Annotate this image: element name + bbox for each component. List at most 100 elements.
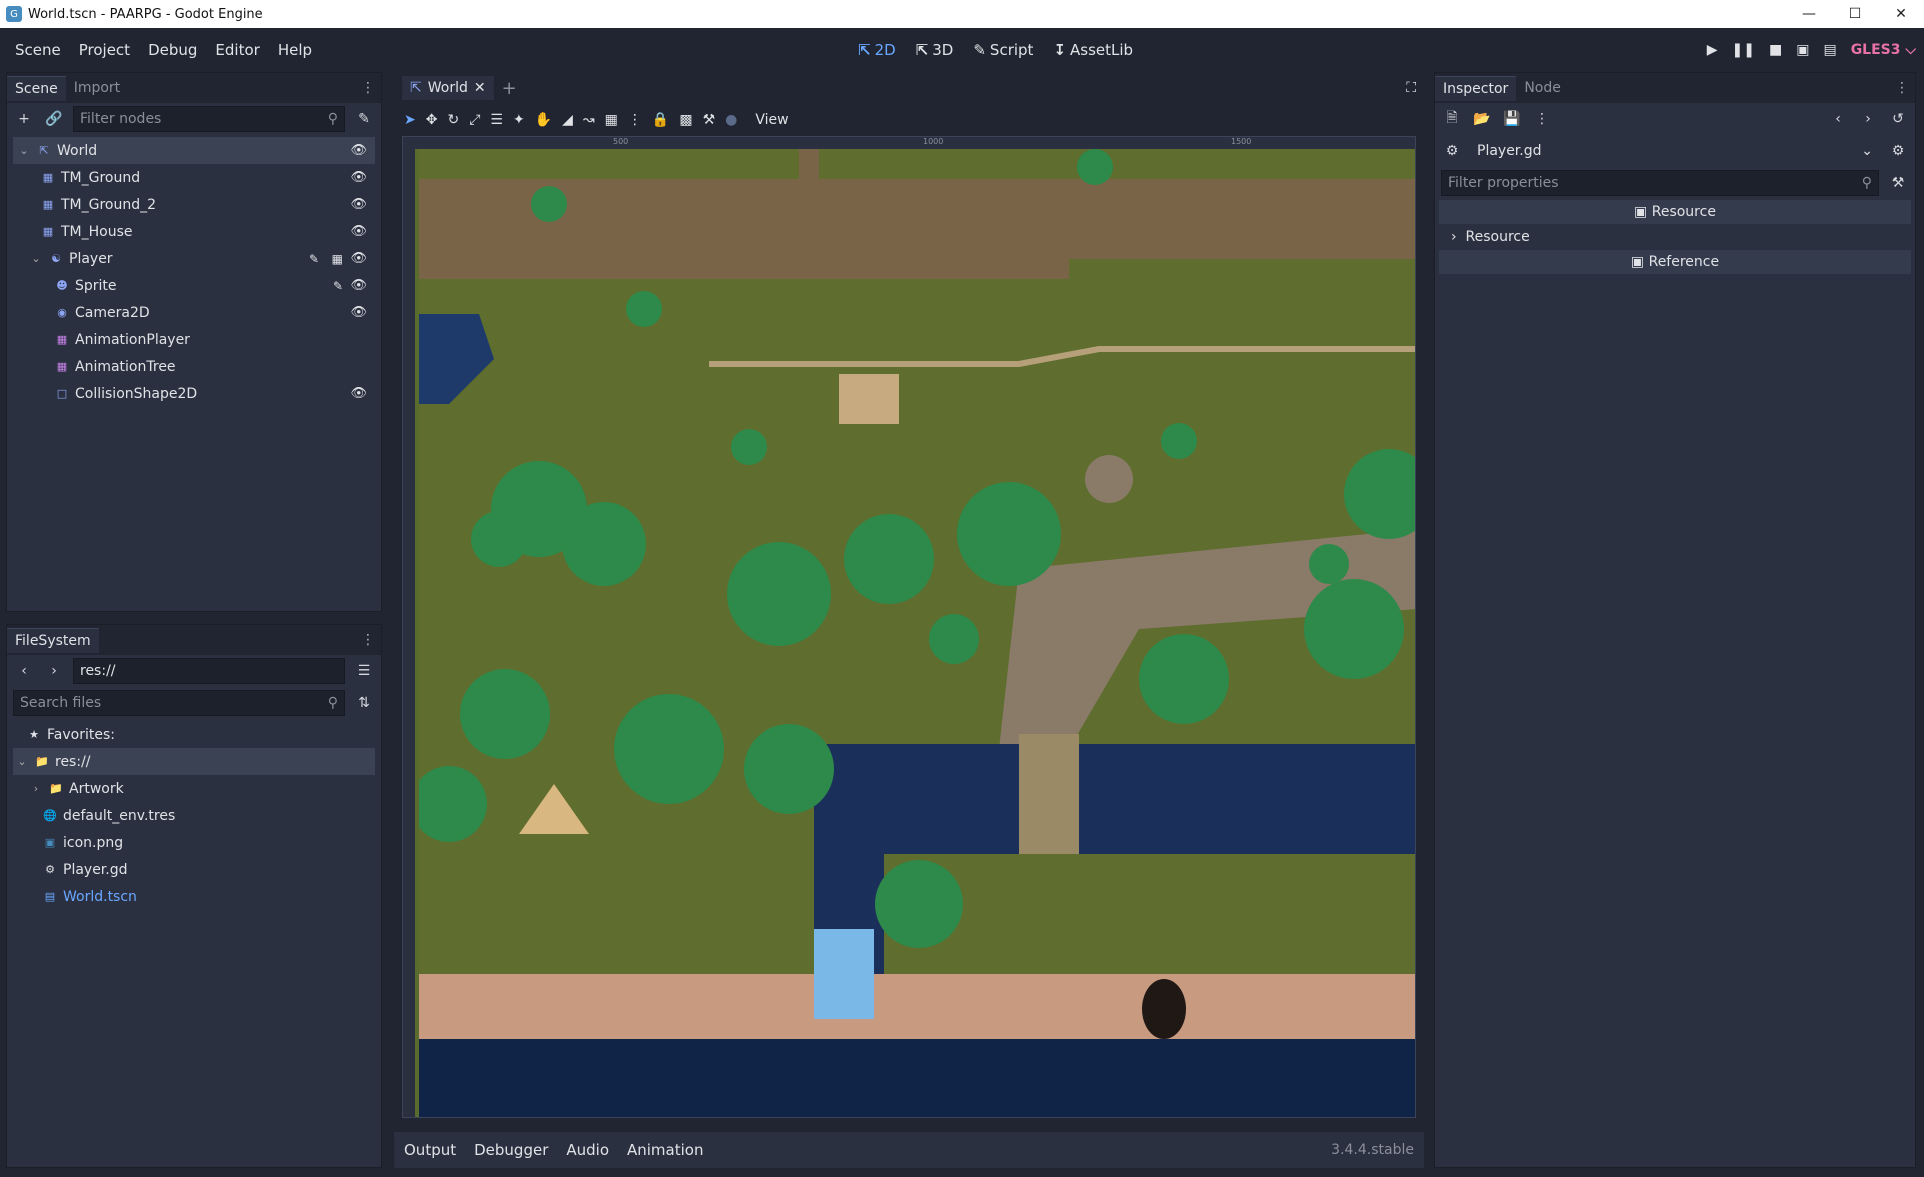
maximize-icon[interactable]: ☐ [1832, 0, 1878, 28]
menu-scene[interactable]: Scene [6, 41, 70, 59]
path-field[interactable]: res:// [73, 658, 345, 684]
filter-properties-input[interactable]: Filter properties ⚲ [1441, 170, 1879, 196]
select-mode-icon[interactable]: ➤ [404, 112, 416, 128]
resource-select[interactable]: Player.gd ⌄ [1471, 138, 1879, 164]
tree-node-world[interactable]: ⌄ ⇱ World 👁 [13, 137, 375, 164]
visibility-eye-icon[interactable]: 👁 [350, 278, 367, 293]
tree-node-collisionshape2d[interactable]: □ CollisionShape2D 👁 [13, 380, 375, 407]
tree-node-tm-house[interactable]: ▦ TM_House 👁 [13, 218, 375, 245]
stop-icon[interactable]: ■ [1769, 42, 1782, 58]
attach-script-icon[interactable]: ✎ [353, 111, 375, 127]
filter-nodes-input[interactable]: Filter nodes ⚲ [73, 106, 345, 132]
split-mode-icon[interactable]: ☰ [353, 663, 375, 679]
tree-node-animationtree[interactable]: ▦ AnimationTree [13, 353, 375, 380]
tab-world-scene[interactable]: ⇱ World ✕ [402, 76, 494, 100]
history-icon[interactable]: ↺ [1887, 111, 1909, 127]
rotate-mode-icon[interactable]: ↻ [447, 112, 459, 128]
history-forward-icon[interactable]: › [1857, 111, 1879, 127]
pan-hand-icon[interactable]: ✋ [535, 112, 552, 128]
kebab-menu-icon[interactable]: ⋮ [1531, 111, 1553, 127]
pause-icon[interactable]: ❚❚ [1732, 42, 1755, 58]
link-icon[interactable]: 🔗 [43, 111, 65, 127]
renderer-select[interactable]: GLES3 ⌵ [1851, 42, 1916, 58]
history-back-icon[interactable]: ‹ [1827, 111, 1849, 127]
scale-mode-icon[interactable]: ⤢ [469, 112, 480, 128]
tab-filesystem[interactable]: FileSystem [7, 627, 99, 653]
chevron-down-icon[interactable]: ⌄ [29, 252, 43, 266]
file-tree-world-tscn[interactable]: ▤ World.tscn [13, 883, 375, 910]
file-tree-player-gd[interactable]: ⚙ Player.gd [13, 856, 375, 883]
tree-node-tm-ground-2[interactable]: ▦ TM_Ground_2 👁 [13, 191, 375, 218]
add-node-icon[interactable]: + [13, 111, 35, 127]
camera-override-icon[interactable]: ● [725, 112, 737, 128]
snap-options-icon[interactable]: ⋮ [628, 112, 642, 128]
workspace-assetlib-button[interactable]: ↧ AssetLib [1045, 37, 1141, 63]
group-icon[interactable]: ▦ [332, 252, 343, 266]
file-tree-icon-png[interactable]: ▣ icon.png [13, 829, 375, 856]
kebab-menu-icon[interactable]: ⋮ [361, 80, 375, 96]
object-properties-icon[interactable]: ⚙ [1887, 143, 1909, 159]
workspace-2d-button[interactable]: ⇱ 2D [850, 37, 904, 63]
property-tools-icon[interactable]: ⚒ [1887, 175, 1909, 191]
smart-snap-icon[interactable]: ↝ [583, 112, 595, 128]
search-files-input[interactable]: Search files ⚲ [13, 690, 345, 716]
distraction-free-icon[interactable]: ⛶ [1406, 80, 1416, 96]
minimize-icon[interactable]: — [1786, 0, 1832, 28]
view-menu[interactable]: View [747, 112, 796, 128]
play-scene-icon[interactable]: ▣ [1796, 42, 1809, 58]
visibility-eye-icon[interactable]: 👁 [350, 305, 367, 320]
tree-node-sprite[interactable]: ☻ Sprite ✎ 👁 [13, 272, 375, 299]
move-mode-icon[interactable]: ✥ [426, 112, 438, 128]
script-icon[interactable]: ✎ [333, 279, 343, 293]
chevron-down-icon[interactable]: ⌄ [17, 144, 31, 158]
favorites-item[interactable]: ★ Favorites: [13, 721, 375, 748]
chevron-down-icon[interactable]: ⌄ [15, 755, 29, 769]
file-tree-artwork[interactable]: › 📁 Artwork [13, 775, 375, 802]
visibility-eye-icon[interactable]: 👁 [350, 197, 367, 212]
chevron-right-icon[interactable]: › [29, 782, 43, 796]
skeleton-bone-icon[interactable]: ⚒ [703, 112, 716, 128]
tab-debugger[interactable]: Debugger [474, 1141, 548, 1159]
tab-output[interactable]: Output [404, 1141, 456, 1159]
scene-canvas[interactable]: 500 1000 1500 [402, 136, 1416, 1118]
file-tree-res-root[interactable]: ⌄ 📁 res:// [13, 748, 375, 775]
workspace-script-button[interactable]: ✎ Script [965, 37, 1041, 63]
open-folder-icon[interactable]: 📂 [1471, 111, 1493, 127]
play-icon[interactable]: ▶ [1707, 42, 1718, 58]
workspace-3d-button[interactable]: ⇱ 3D [908, 37, 962, 63]
back-icon[interactable]: ‹ [13, 663, 35, 679]
kebab-menu-icon[interactable]: ⋮ [1895, 80, 1909, 96]
tab-scene[interactable]: Scene [7, 75, 66, 101]
play-custom-scene-icon[interactable]: ▤ [1823, 42, 1836, 58]
tab-animation[interactable]: Animation [627, 1141, 703, 1159]
tab-audio[interactable]: Audio [566, 1141, 609, 1159]
save-icon[interactable]: 💾 [1501, 111, 1523, 127]
visibility-eye-icon[interactable]: 👁 [350, 386, 367, 401]
close-icon[interactable]: ✕ [474, 80, 486, 96]
file-tree-default-env[interactable]: 🌐 default_env.tres [13, 802, 375, 829]
visibility-eye-icon[interactable]: 👁 [350, 224, 367, 239]
tree-node-animationplayer[interactable]: ▦ AnimationPlayer [13, 326, 375, 353]
tab-import[interactable]: Import [66, 76, 128, 100]
script-icon[interactable]: ✎ [309, 252, 319, 266]
close-icon[interactable]: ✕ [1878, 0, 1924, 28]
tab-node[interactable]: Node [1516, 76, 1569, 100]
tab-inspector[interactable]: Inspector [1435, 75, 1517, 101]
tree-node-tm-ground[interactable]: ▦ TM_Ground 👁 [13, 164, 375, 191]
grid-snap-icon[interactable]: ▦ [605, 112, 618, 128]
section-resource[interactable]: › Resource [1439, 225, 1911, 249]
visibility-eye-icon[interactable]: 👁 [350, 170, 367, 185]
ruler-icon[interactable]: ◢ [562, 112, 573, 128]
forward-icon[interactable]: › [43, 663, 65, 679]
sort-icon[interactable]: ⇅ [353, 695, 375, 711]
list-select-icon[interactable]: ☰ [490, 112, 503, 128]
menu-help[interactable]: Help [269, 41, 321, 59]
add-scene-tab-icon[interactable]: + [502, 78, 517, 99]
visibility-eye-icon[interactable]: 👁 [350, 143, 367, 158]
new-resource-icon[interactable]: 🗎 [1441, 107, 1463, 131]
kebab-menu-icon[interactable]: ⋮ [361, 632, 375, 648]
menu-editor[interactable]: Editor [206, 41, 268, 59]
pivot-icon[interactable]: ✦ [513, 112, 525, 128]
lock-icon[interactable]: 🔒 [652, 112, 669, 128]
group-icon[interactable]: ▩ [679, 112, 692, 128]
